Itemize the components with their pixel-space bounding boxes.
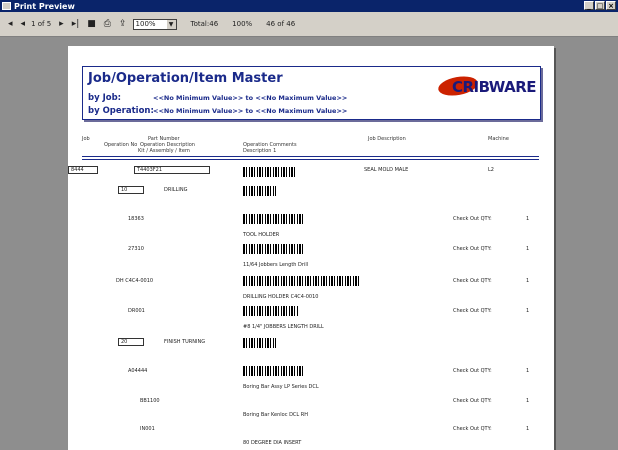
minimize-button[interactable]: _ xyxy=(584,1,594,10)
item-barcode xyxy=(243,306,299,316)
job-part-box: T4403F21 xyxy=(134,166,210,174)
total-label: Total:46 xyxy=(190,20,219,28)
logo-text: CRIBWARE xyxy=(452,78,537,96)
item-description: Boring Bar Assy LP Series DCL xyxy=(243,384,319,390)
item-description: TOOL HOLDER xyxy=(243,232,280,238)
check-out-qty-label: Check Out QTY: xyxy=(453,368,492,374)
last-page-icon[interactable]: ▸| xyxy=(72,19,80,29)
operation-10-description: DRILLING xyxy=(164,187,188,193)
check-out-qty-label: Check Out QTY: xyxy=(453,308,492,314)
item-description: 80 DEGREE DIA INSERT xyxy=(243,440,302,446)
report-title: Job/Operation/Item Master xyxy=(88,71,283,86)
close-button[interactable]: × xyxy=(606,1,616,10)
by-operation-value: <<No Minimum Value>> to <<No Maximum Val… xyxy=(153,107,348,115)
item-description: #8 1/4" JOBBERS LENGTH DRILL xyxy=(243,324,324,330)
export-icon[interactable]: ⇪ xyxy=(119,19,127,29)
count-label: 46 of 46 xyxy=(266,20,296,28)
stop-icon[interactable]: ■ xyxy=(87,19,96,29)
check-out-qty-value: 1 xyxy=(526,246,530,252)
item-description: DRILLING HOLDER C4C4-0010 xyxy=(243,294,319,300)
item-barcode xyxy=(243,366,305,376)
chevron-down-icon[interactable]: ▼ xyxy=(166,19,176,29)
check-out-qty-label: Check Out QTY: xyxy=(453,278,492,284)
operation-20-description: FINISH TURNING xyxy=(164,339,206,345)
header-description-1: Description 1 xyxy=(243,148,277,154)
by-operation-label: by Operation: xyxy=(88,106,154,116)
item-description: 11/64 Jobbers Length Drill xyxy=(243,262,309,268)
header-operation-no: Operation No xyxy=(104,142,138,148)
operation-10-box: 10 xyxy=(118,186,144,194)
report-page: Job/Operation/Item Master by Job: <<No M… xyxy=(68,46,554,450)
check-out-qty-value: 1 xyxy=(526,278,530,284)
check-out-qty-value: 1 xyxy=(526,308,530,314)
operation-20-box: 20 xyxy=(118,338,144,346)
app-icon xyxy=(2,2,11,10)
report-header: Job/Operation/Item Master by Job: <<No M… xyxy=(82,66,541,120)
item-part-number: IN001 xyxy=(140,426,155,432)
check-out-qty-label: Check Out QTY: xyxy=(453,426,492,432)
by-job-label: by Job: xyxy=(88,93,122,103)
item-description: Boring Bar Kenloc DCL RH xyxy=(243,412,309,418)
item-part-number: BB1100 xyxy=(140,398,160,404)
header-job: Job xyxy=(82,136,90,142)
header-job-description: Job Description xyxy=(368,136,406,142)
first-page-icon[interactable]: ◂ xyxy=(8,19,13,29)
prev-page-icon[interactable]: ◂ xyxy=(21,19,26,29)
header-divider-2 xyxy=(82,159,539,160)
window-title: Print Preview xyxy=(14,1,75,11)
job-machine: L2 xyxy=(488,167,494,173)
header-divider xyxy=(82,156,539,157)
check-out-qty-label: Check Out QTY: xyxy=(453,398,492,404)
print-icon[interactable]: ⎙ xyxy=(104,19,111,29)
zoom-select[interactable]: 100% ▼ xyxy=(132,18,177,30)
next-page-icon[interactable]: ▸ xyxy=(59,19,64,29)
item-part-number: DH C4C4-0010 xyxy=(116,278,154,284)
check-out-qty-value: 1 xyxy=(526,216,530,222)
check-out-qty-label: Check Out QTY: xyxy=(453,216,492,222)
item-barcode xyxy=(243,214,305,224)
zoom-value: 100% xyxy=(135,20,156,28)
by-job-value: <<No Minimum Value>> to <<No Maximum Val… xyxy=(153,94,348,102)
operation-20-barcode xyxy=(243,338,276,348)
check-out-qty-label: Check Out QTY: xyxy=(453,246,492,252)
maximize-button[interactable]: □ xyxy=(595,1,605,10)
header-kit-assembly-item: Kit / Assembly / Item xyxy=(138,148,190,154)
job-description: SEAL MOLD MALE xyxy=(364,167,409,173)
item-barcode xyxy=(243,276,361,286)
item-part-number: A04444 xyxy=(128,368,148,374)
check-out-qty-value: 1 xyxy=(526,426,530,432)
window-buttons: _ □ × xyxy=(584,1,616,10)
window-titlebar: Print Preview _ □ × xyxy=(0,0,618,12)
job-barcode xyxy=(243,167,297,177)
item-barcode xyxy=(243,244,305,254)
operation-10-barcode xyxy=(243,186,276,196)
item-part-number: 27310 xyxy=(128,246,144,252)
page-indicator: 1 of 5 xyxy=(31,20,52,28)
header-machine: Machine xyxy=(488,136,509,142)
preview-toolbar: ◂ ◂ 1 of 5 ▸ ▸| ■ ⎙ ⇪ 100% ▼ Total:46 10… xyxy=(0,12,618,37)
check-out-qty-value: 1 xyxy=(526,368,530,374)
item-part-number: DR001 xyxy=(128,308,145,314)
percent-label: 100% xyxy=(232,20,253,28)
job-number-box: 8444 xyxy=(68,166,98,174)
cribware-logo: CRIBWARE xyxy=(436,73,537,99)
check-out-qty-value: 1 xyxy=(526,398,530,404)
item-part-number: 18363 xyxy=(128,216,144,222)
